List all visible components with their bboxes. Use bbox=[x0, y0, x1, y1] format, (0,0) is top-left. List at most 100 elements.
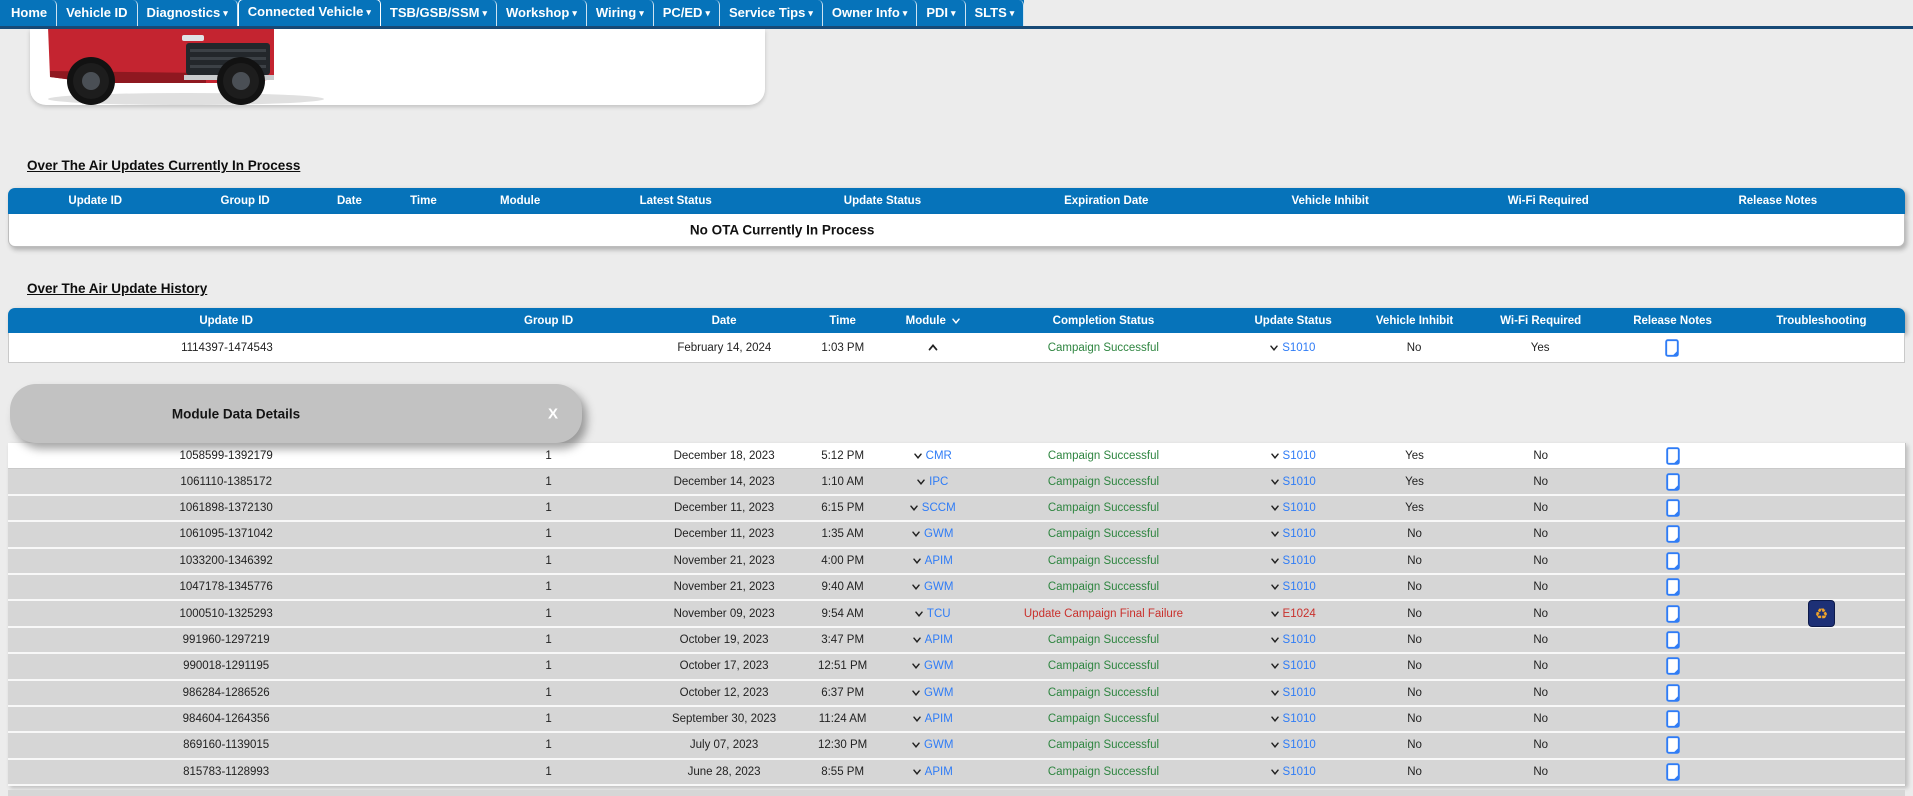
nav-tab-diagnostics[interactable]: Diagnostics▾ bbox=[138, 0, 238, 26]
nav-tab-owner-info[interactable]: Owner Info▾ bbox=[823, 0, 917, 26]
column-header-wi-fi-required[interactable]: Wi-Fi Required bbox=[1446, 188, 1651, 214]
update-status-link[interactable]: S1010 bbox=[1283, 555, 1316, 567]
release-notes-icon[interactable] bbox=[1666, 684, 1680, 702]
module-link[interactable]: GWM bbox=[924, 687, 953, 699]
chevron-down-icon[interactable] bbox=[1271, 531, 1279, 537]
release-notes-icon[interactable] bbox=[1666, 473, 1680, 491]
release-notes-icon[interactable] bbox=[1666, 631, 1680, 649]
update-status-link[interactable]: E1024 bbox=[1283, 608, 1316, 620]
update-status-link[interactable]: S1010 bbox=[1283, 634, 1316, 646]
chevron-down-icon[interactable] bbox=[1271, 742, 1279, 748]
chevron-down-icon[interactable] bbox=[917, 479, 925, 485]
chevron-down-icon[interactable] bbox=[913, 769, 921, 775]
column-header-release-notes[interactable]: Release Notes bbox=[1651, 188, 1905, 214]
chevron-down-icon[interactable] bbox=[910, 505, 918, 511]
module-link[interactable]: IPC bbox=[929, 476, 948, 488]
chevron-down-icon[interactable] bbox=[913, 558, 921, 564]
module-link[interactable]: APIM bbox=[925, 555, 953, 567]
chevron-down-icon[interactable] bbox=[1271, 558, 1279, 564]
column-header-date[interactable]: Date bbox=[653, 308, 795, 333]
release-notes-icon[interactable] bbox=[1665, 339, 1679, 357]
column-header-update-id[interactable]: Update ID bbox=[8, 188, 183, 214]
nav-tab-tsb-gsb-ssm[interactable]: TSB/GSB/SSM▾ bbox=[381, 0, 497, 26]
nav-tab-workshop[interactable]: Workshop▾ bbox=[497, 0, 587, 26]
column-header-time[interactable]: Time bbox=[391, 188, 455, 214]
release-notes-icon[interactable] bbox=[1666, 447, 1680, 465]
chevron-down-icon[interactable] bbox=[912, 690, 920, 696]
chevron-down-icon[interactable] bbox=[912, 584, 920, 590]
module-link[interactable]: GWM bbox=[924, 528, 953, 540]
update-status-link[interactable]: S1010 bbox=[1283, 739, 1316, 751]
chevron-down-icon[interactable] bbox=[912, 663, 920, 669]
column-header-release-notes[interactable]: Release Notes bbox=[1607, 308, 1738, 333]
nav-tab-pdi[interactable]: PDI▾ bbox=[917, 0, 965, 26]
module-link[interactable]: CMR bbox=[926, 450, 952, 462]
update-status-link[interactable]: S1010 bbox=[1283, 502, 1316, 514]
chevron-down-icon[interactable] bbox=[1271, 690, 1279, 696]
close-icon[interactable]: X bbox=[548, 405, 558, 422]
nav-tab-service-tips[interactable]: Service Tips▾ bbox=[720, 0, 823, 26]
release-notes-icon[interactable] bbox=[1666, 763, 1680, 781]
chevron-down-icon[interactable] bbox=[1271, 637, 1279, 643]
chevron-down-icon[interactable] bbox=[1271, 611, 1279, 617]
release-notes-icon[interactable] bbox=[1666, 552, 1680, 570]
nav-tab-connected-vehicle[interactable]: Connected Vehicle▾ bbox=[238, 0, 381, 26]
release-notes-icon[interactable] bbox=[1666, 578, 1680, 596]
column-header-vehicle-inhibit[interactable]: Vehicle Inhibit bbox=[1214, 188, 1445, 214]
module-link[interactable]: APIM bbox=[925, 766, 953, 778]
update-status-link[interactable]: S1010 bbox=[1283, 581, 1316, 593]
nav-tab-slts[interactable]: SLTS▾ bbox=[966, 0, 1025, 26]
nav-tab-vehicle-id[interactable]: Vehicle ID bbox=[57, 0, 137, 26]
update-status-link[interactable]: S1010 bbox=[1283, 450, 1316, 462]
chevron-down-icon[interactable] bbox=[1271, 663, 1279, 669]
column-header-time[interactable]: Time bbox=[795, 308, 890, 333]
column-header-module[interactable]: Module bbox=[456, 188, 585, 214]
chevron-down-icon[interactable] bbox=[1271, 584, 1279, 590]
update-status-link[interactable]: S1010 bbox=[1283, 713, 1316, 725]
update-status-link[interactable]: S1010 bbox=[1283, 528, 1316, 540]
chevron-down-icon[interactable] bbox=[1271, 453, 1279, 459]
column-header-expiration-date[interactable]: Expiration Date bbox=[998, 188, 1214, 214]
update-status-link[interactable]: S1010 bbox=[1283, 660, 1316, 672]
column-header-module[interactable]: Module bbox=[890, 308, 975, 333]
chevron-down-icon[interactable] bbox=[913, 637, 921, 643]
column-header-completion-status[interactable]: Completion Status bbox=[975, 308, 1231, 333]
chevron-down-icon[interactable] bbox=[913, 716, 921, 722]
nav-tab-pc-ed[interactable]: PC/ED▾ bbox=[654, 0, 720, 26]
release-notes-icon[interactable] bbox=[1666, 736, 1680, 754]
column-header-group-id[interactable]: Group ID bbox=[444, 308, 653, 333]
release-notes-icon[interactable] bbox=[1666, 605, 1680, 623]
chevron-down-icon[interactable] bbox=[914, 453, 922, 459]
column-header-vehicle-inhibit[interactable]: Vehicle Inhibit bbox=[1355, 308, 1475, 333]
column-header-troubleshooting[interactable]: Troubleshooting bbox=[1738, 308, 1905, 333]
release-notes-icon[interactable] bbox=[1666, 657, 1680, 675]
chevron-down-icon[interactable] bbox=[1271, 769, 1279, 775]
troubleshooting-recycle-icon[interactable]: ♻ bbox=[1808, 600, 1835, 627]
update-status-link[interactable]: S1010 bbox=[1282, 342, 1315, 354]
module-link[interactable]: TCU bbox=[927, 608, 951, 620]
release-notes-icon[interactable] bbox=[1666, 525, 1680, 543]
module-link[interactable]: APIM bbox=[925, 713, 953, 725]
chevron-down-icon[interactable] bbox=[1270, 345, 1278, 351]
module-link[interactable]: APIM bbox=[925, 634, 953, 646]
nav-tab-wiring[interactable]: Wiring▾ bbox=[587, 0, 654, 26]
column-header-group-id[interactable]: Group ID bbox=[183, 188, 308, 214]
column-header-latest-status[interactable]: Latest Status bbox=[585, 188, 767, 214]
chevron-down-icon[interactable] bbox=[915, 611, 923, 617]
update-status-link[interactable]: S1010 bbox=[1283, 687, 1316, 699]
chevron-down-icon[interactable] bbox=[912, 742, 920, 748]
release-notes-icon[interactable] bbox=[1666, 499, 1680, 517]
module-link[interactable]: GWM bbox=[924, 739, 953, 751]
nav-tab-home[interactable]: Home bbox=[2, 0, 57, 26]
column-header-wi-fi-required[interactable]: Wi-Fi Required bbox=[1474, 308, 1607, 333]
module-link[interactable]: GWM bbox=[924, 660, 953, 672]
column-header-date[interactable]: Date bbox=[308, 188, 391, 214]
column-header-update-status[interactable]: Update Status bbox=[767, 188, 998, 214]
column-header-update-status[interactable]: Update Status bbox=[1232, 308, 1355, 333]
update-status-link[interactable]: S1010 bbox=[1283, 766, 1316, 778]
update-status-link[interactable]: S1010 bbox=[1283, 476, 1316, 488]
chevron-down-icon[interactable] bbox=[1271, 479, 1279, 485]
history-section-title[interactable]: Over The Air Update History bbox=[27, 281, 207, 296]
chevron-up-icon[interactable] bbox=[928, 344, 938, 351]
module-link[interactable]: SCCM bbox=[922, 502, 956, 514]
